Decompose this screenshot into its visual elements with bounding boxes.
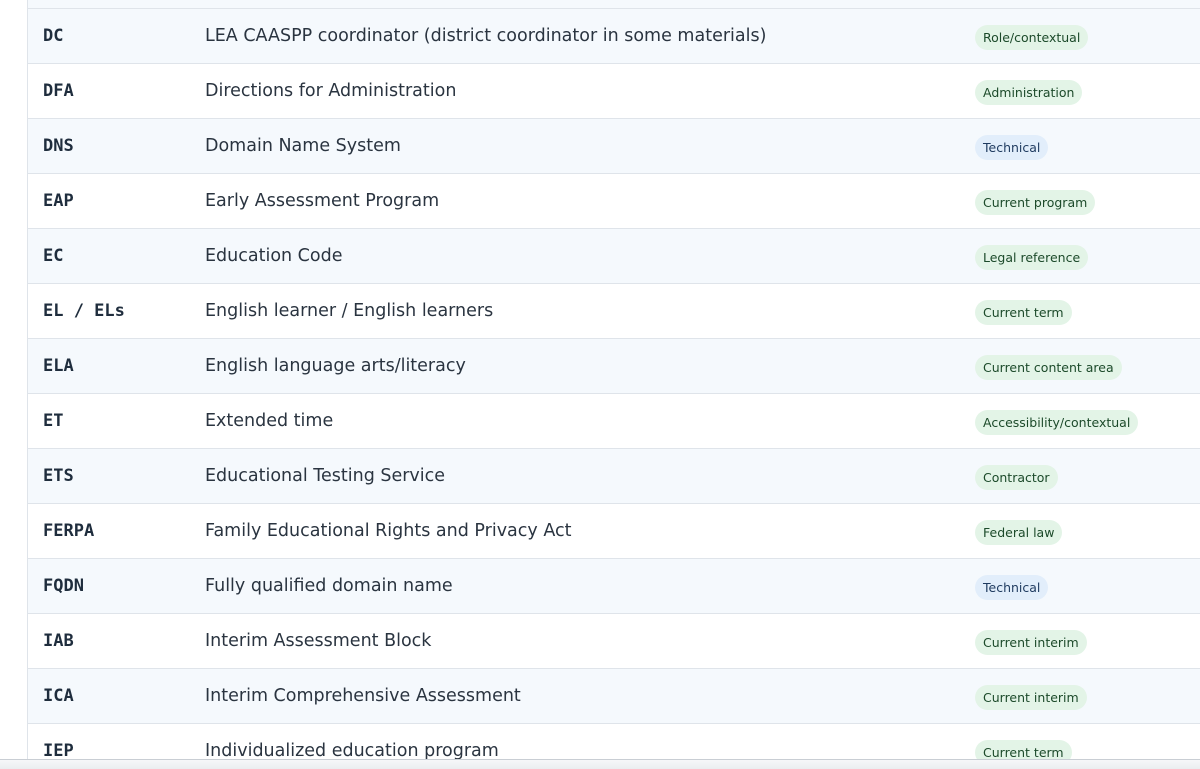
abbreviation-cell: ET xyxy=(43,411,64,431)
abbreviation-cell: ETS xyxy=(43,466,74,486)
meaning-cell: Education Code xyxy=(205,246,343,266)
table-row: DC LEA CAASPP coordinator (district coord… xyxy=(28,9,1200,64)
table-row: ETS Educational Testing Service Contractor xyxy=(28,449,1200,504)
table-row: FERPA Family Educational Rights and Priva… xyxy=(28,504,1200,559)
abbreviation-cell: DFA xyxy=(43,81,74,101)
meaning-cell: Domain Name System xyxy=(205,136,401,156)
table-row: ELA English language arts/literacy Current… xyxy=(28,339,1200,394)
bottom-scroll-edge xyxy=(0,759,1200,769)
meaning-cell: LEA CAASPP coordinator (district coordin… xyxy=(205,26,767,46)
table-row: DNS Domain Name System Technical xyxy=(28,119,1200,174)
meaning-cell: Family Educational Rights and Privacy Ac… xyxy=(205,521,572,541)
abbreviation-cell: FERPA xyxy=(43,521,95,541)
category-badge: Role/contextual xyxy=(975,25,1089,50)
abbreviation-cell: EL / ELs xyxy=(43,301,125,321)
category-badge: Current term xyxy=(975,300,1072,325)
category-badge: Current interim xyxy=(975,685,1087,710)
table-row: ET Extended time Accessibility/contextual xyxy=(28,394,1200,449)
table-row: FQDN Fully qualified domain name Technical xyxy=(28,559,1200,614)
table-row: EAP Early Assessment Program Current progr… xyxy=(28,174,1200,229)
table-row: DFA Directions for Administration Administ… xyxy=(28,64,1200,119)
category-badge: Administration xyxy=(975,80,1083,105)
table-row: EC Education Code Legal reference xyxy=(28,229,1200,284)
category-badge: Accessibility/contextual xyxy=(975,410,1139,435)
abbreviation-cell: ICA xyxy=(43,686,74,706)
category-badge: Technical xyxy=(975,135,1049,160)
abbreviation-cell: EC xyxy=(43,246,64,266)
meaning-cell: Interim Assessment Block xyxy=(205,631,432,651)
meaning-cell: English language arts/literacy xyxy=(205,356,466,376)
category-badge: Federal law xyxy=(975,520,1063,545)
table-top-edge xyxy=(28,0,1200,9)
abbreviation-cell: DC xyxy=(43,26,64,46)
meaning-cell: Fully qualified domain name xyxy=(205,576,453,596)
meaning-cell: Extended time xyxy=(205,411,334,431)
category-badge: Contractor xyxy=(975,465,1058,490)
category-badge: Legal reference xyxy=(975,245,1089,270)
acronym-table: DC LEA CAASPP coordinator (district coord… xyxy=(27,0,1200,769)
abbreviation-cell: FQDN xyxy=(43,576,84,596)
meaning-cell: Educational Testing Service xyxy=(205,466,446,486)
page: DC LEA CAASPP coordinator (district coord… xyxy=(0,0,1200,769)
category-badge: Current program xyxy=(975,190,1096,215)
category-badge: Current content area xyxy=(975,355,1122,380)
category-badge: Technical xyxy=(975,575,1049,600)
meaning-cell: Interim Comprehensive Assessment xyxy=(205,686,521,706)
abbreviation-cell: IAB xyxy=(43,631,74,651)
meaning-cell: Directions for Administration xyxy=(205,81,457,101)
table-row: IAB Interim Assessment Block Current inter… xyxy=(28,614,1200,669)
abbreviation-cell: ELA xyxy=(43,356,74,376)
meaning-cell: Early Assessment Program xyxy=(205,191,440,211)
table-row: EL / ELs English learner / English learne… xyxy=(28,284,1200,339)
category-badge: Current interim xyxy=(975,630,1087,655)
meaning-cell: English learner / English learners xyxy=(205,301,494,321)
table-body: DC LEA CAASPP coordinator (district coord… xyxy=(28,9,1200,769)
abbreviation-cell: EAP xyxy=(43,191,74,211)
abbreviation-cell: DNS xyxy=(43,136,74,156)
table-row: ICA Interim Comprehensive Assessment Curre… xyxy=(28,669,1200,724)
